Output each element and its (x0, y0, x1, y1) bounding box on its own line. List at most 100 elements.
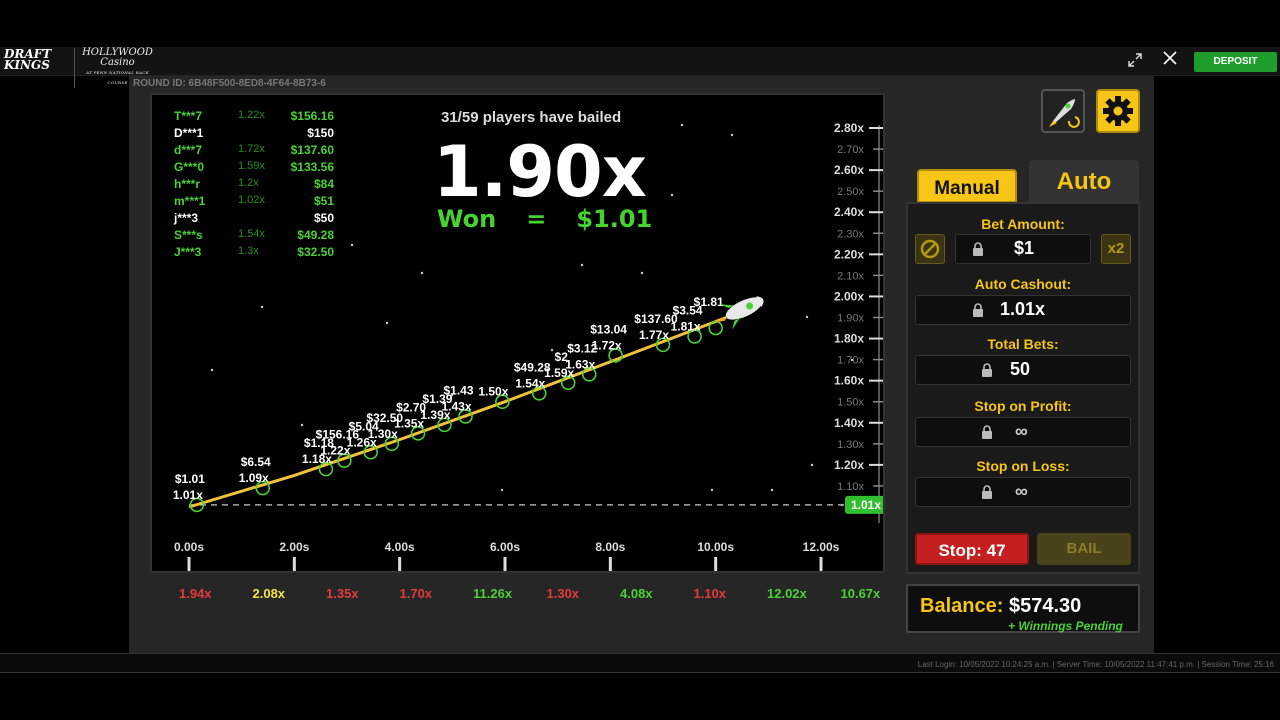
x-tick-label: 6.00s (490, 540, 520, 554)
player-name: h***r (174, 177, 201, 191)
lock-icon (982, 363, 992, 377)
cashout-multiplier: 1.01x (173, 488, 203, 502)
cashout-multiplier: 1.50x (478, 385, 508, 399)
close-icon[interactable] (1162, 50, 1180, 68)
player-row: m***1 1.02x $51 (174, 194, 334, 211)
footer: Last Login: 10/05/2022 10:24:25 a.m. | S… (0, 653, 1280, 673)
history-item: 10.67x (840, 586, 881, 601)
total-bets-value: 50 (1010, 359, 1031, 379)
star (350, 243, 354, 247)
bail-button[interactable]: BAIL (1037, 533, 1131, 565)
cashout-multiplier: 1.09x (239, 471, 269, 485)
auto-cashout-field[interactable]: 1.01x (915, 295, 1131, 325)
player-multiplier: 1.72x (238, 143, 265, 155)
bet-amount-value: $1 (1014, 238, 1035, 258)
draftkings-logo[interactable]: DRAFT KINGS (4, 48, 51, 72)
y-tick-label-minor: 1.90x (837, 313, 864, 325)
player-row: G***0 1.59x $133.56 (174, 160, 334, 177)
cashout-amount: $1.43 (443, 383, 473, 397)
y-tick-label-minor: 1.50x (837, 397, 864, 409)
x-tick-label: 2.00s (279, 540, 309, 554)
won-equals: = (526, 205, 547, 233)
y-tick-label: 1.60x (834, 374, 864, 388)
player-name: D***1 (174, 126, 204, 140)
player-multiplier: 1.59x (238, 160, 265, 172)
player-row: j***3 $50 (174, 211, 334, 228)
balance-value: $574.30 (1009, 595, 1082, 617)
stop-loss-field[interactable]: ∞ (915, 477, 1131, 507)
total-bets-field[interactable]: 50 (915, 355, 1131, 385)
cashout-multiplier: 1.72x (592, 338, 622, 352)
player-multiplier: 1.22x (238, 109, 265, 121)
stop-loss-value: ∞ (1015, 481, 1028, 501)
y-tick-label-minor: 2.10x (837, 270, 864, 282)
total-bets-label: Total Bets: (987, 336, 1059, 352)
history-item: 2.08x (252, 586, 286, 601)
star (810, 463, 814, 467)
star (300, 423, 304, 427)
history-item: 1.30x (546, 586, 580, 601)
player-row: h***r 1.2x $84 (174, 177, 334, 194)
player-multiplier: 1.2x (238, 177, 259, 189)
star (805, 315, 809, 319)
double-bet-button[interactable]: x2 (1101, 234, 1131, 264)
stop-profit-value: ∞ (1015, 421, 1028, 441)
y-tick-label: 2.80x (834, 121, 864, 135)
brand-line2: KINGS (4, 58, 50, 72)
x-tick-label: 8.00s (595, 540, 625, 554)
x-tick (187, 557, 191, 571)
history-item: 1.10x (693, 586, 727, 601)
star (550, 348, 554, 352)
star (670, 193, 674, 197)
star (680, 123, 684, 127)
tab-manual[interactable]: Manual (917, 169, 1017, 203)
cashout-amount: $13.04 (590, 322, 627, 336)
history-item: 1.94x (179, 586, 212, 601)
auto-cashout-value: 1.01x (1000, 299, 1046, 319)
y-tick-label-minor: 1.70x (837, 355, 864, 367)
player-amount: $32.50 (297, 245, 334, 259)
player-multiplier: 1.02x (238, 194, 265, 206)
cashout-amount: $1.81 (694, 295, 724, 309)
player-multiplier: 1.54x (238, 228, 265, 240)
cashout-multiplier: 1.43x (441, 399, 471, 413)
stop-profit-field[interactable]: ∞ (915, 417, 1131, 447)
cashout-multiplier: 1.63x (565, 357, 595, 371)
history-bar: 1.94x 2.08x 1.35x 1.70x 11.26x 1.30x 4.08x 1.10… (169, 586, 889, 604)
rocket-mode-button[interactable] (1041, 89, 1085, 133)
stop-autobet-button[interactable]: Stop: 47 (915, 533, 1029, 565)
x-tick (503, 557, 507, 571)
expand-icon[interactable] (1128, 53, 1144, 69)
top-bar: DRAFT KINGS HOLLYWOOD Casino AT PENN NAT… (0, 47, 1280, 88)
clear-bet-button[interactable] (915, 234, 945, 264)
lock-icon (973, 303, 983, 317)
player-row: S***s 1.54x $49.28 (174, 228, 334, 245)
balance-box: Balance: $574.30 + Winnings Pending (906, 584, 1140, 633)
player-amount: $137.60 (290, 143, 334, 157)
star (640, 271, 644, 275)
y-tick-label-minor: 2.50x (837, 186, 864, 198)
y-tick-label: 1.80x (834, 332, 864, 346)
star (500, 488, 504, 492)
game-area: ROUND ID: 6B48F500-8ED8-4F64-8B73-6 2.80… (129, 76, 1154, 653)
deposit-button[interactable]: DEPOSIT (1194, 52, 1277, 72)
history-item: 12.02x (767, 586, 807, 601)
bet-amount-field[interactable]: $1 (955, 234, 1091, 264)
history-item: 1.35x (326, 586, 359, 601)
x-tick-label: 0.00s (174, 540, 204, 554)
cashout-amount: $1.01 (175, 472, 205, 486)
session-info: Last Login: 10/05/2022 10:24:25 a.m. | S… (917, 660, 1274, 669)
x-tick-label: 12.00s (803, 540, 840, 554)
auto-cashout-label: Auto Cashout: (974, 276, 1072, 292)
y-tick-label: 2.40x (834, 205, 864, 219)
player-amount: $51 (313, 194, 334, 208)
player-name: G***0 (174, 160, 205, 174)
x-tick (819, 557, 823, 571)
player-name: d***7 (174, 143, 203, 157)
player-amount: $50 (313, 211, 334, 225)
player-name: j***3 (174, 211, 199, 225)
settings-button[interactable] (1096, 89, 1140, 133)
cashout-marker (708, 320, 723, 336)
star (580, 263, 584, 267)
tab-auto[interactable]: Auto (1029, 160, 1139, 204)
